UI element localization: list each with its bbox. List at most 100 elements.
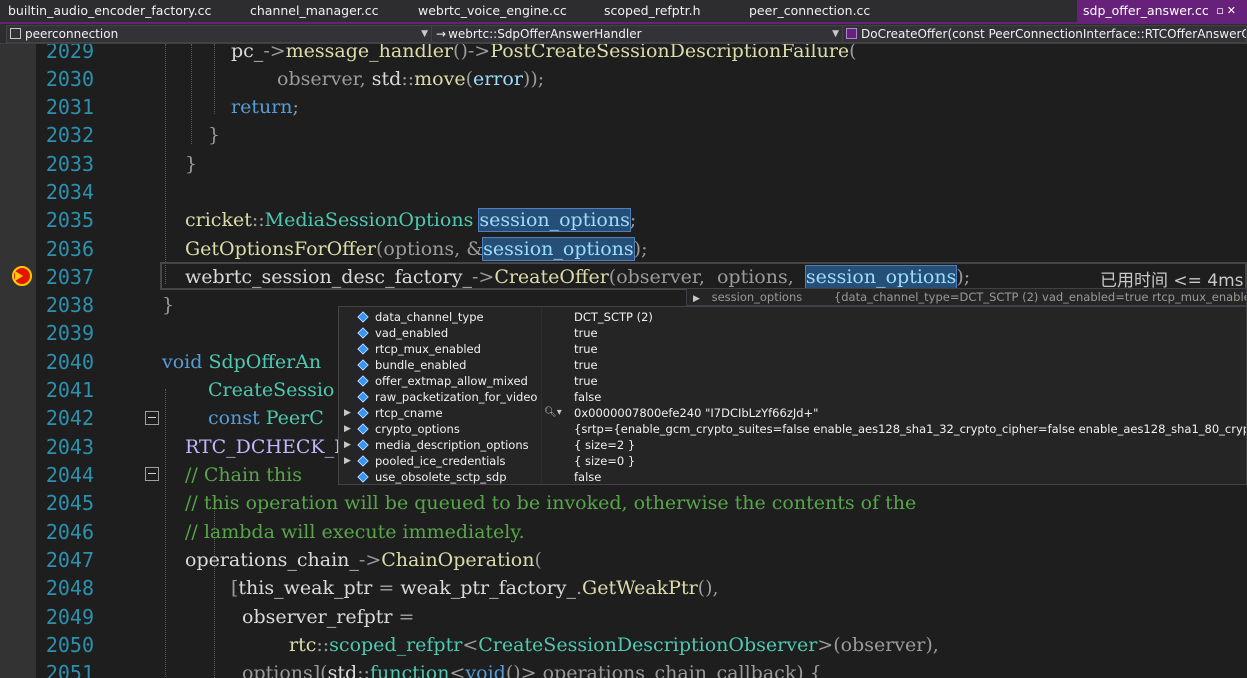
- line-number: 2029: [45, 44, 94, 63]
- datatip-row[interactable]: rtcp_mux_enabled true: [339, 341, 1246, 357]
- datatip-row[interactable]: ▶ pooled_ice_credentials { size=0 }: [339, 453, 1246, 469]
- tab-scoped-refptr[interactable]: scoped_refptr.h: [604, 0, 701, 22]
- datatip-field-name: rtcp_cname: [375, 406, 443, 420]
- datatip-field-value[interactable]: {srtp={enable_gcm_crypto_suites=false en…: [574, 421, 1246, 437]
- line-number: 2041: [45, 378, 94, 402]
- code-line: const PeerC: [208, 407, 324, 429]
- line-number: 2033: [45, 152, 94, 176]
- code-line: observer, std::move(error));: [277, 68, 545, 90]
- datatip-field-name: data_channel_type: [375, 310, 484, 324]
- datatip-field-name: vad_enabled: [375, 326, 449, 340]
- datatip-field-value[interactable]: false: [574, 389, 1246, 405]
- datatip-field-value[interactable]: false: [574, 469, 1246, 484]
- line-number: 2048: [45, 576, 94, 600]
- indicator-margin[interactable]: [0, 44, 36, 678]
- line-number: 2034: [45, 180, 94, 204]
- method-icon: [846, 28, 857, 39]
- datatip-field-value[interactable]: { size=2 }: [574, 437, 1246, 453]
- expand-arrow-icon[interactable]: ▶: [344, 421, 351, 437]
- field-icon: [357, 343, 369, 355]
- code-line: operations_chain_->ChainOperation(: [185, 549, 542, 571]
- datatip-field-value[interactable]: 0x0000007800efe240 "I7DCIbLzYf66zJd+": [574, 405, 1246, 421]
- field-icon: [357, 439, 369, 451]
- tab-channel-manager[interactable]: channel_manager.cc: [250, 0, 378, 22]
- expand-arrow-icon[interactable]: ▶: [344, 453, 351, 469]
- datatip-field-name: media_description_options: [375, 438, 529, 452]
- code-line: return;: [231, 96, 299, 118]
- datatip-panel[interactable]: data_channel_type DCT_SCTP (2) vad_enabl…: [338, 306, 1247, 485]
- chevron-down-icon: ▼: [421, 29, 428, 39]
- datatip-field-value[interactable]: true: [574, 373, 1246, 389]
- line-number: 2032: [45, 123, 94, 147]
- code-line: }: [185, 153, 198, 175]
- tab-webrtc-voice-engine[interactable]: webrtc_voice_engine.cc: [418, 0, 567, 22]
- datatip-row[interactable]: ▶ media_description_options { size=2 }: [339, 437, 1246, 453]
- field-icon: [357, 311, 369, 323]
- code-line: }: [208, 124, 221, 146]
- code-line: GetOptionsForOffer(options, &session_opt…: [185, 237, 648, 261]
- field-icon: [357, 423, 369, 435]
- tab-sdp-offer-answer-label: sdp_offer_answer.cc: [1083, 3, 1209, 18]
- datatip-field-value[interactable]: { size=0 }: [574, 453, 1246, 469]
- chevron-down-icon: ▼: [832, 29, 839, 39]
- code-line: // Chain this: [185, 464, 302, 486]
- datatip-row[interactable]: ▶ rtcp_cname 🔍︎▾ 0x0000007800efe240 "I7D…: [339, 405, 1246, 421]
- scope-arrow-icon: →: [436, 27, 447, 41]
- code-line: cricket::MediaSessionOptions session_opt…: [185, 208, 637, 232]
- line-number: 2051: [45, 661, 94, 678]
- pin-icon[interactable]: ▫: [1216, 4, 1226, 17]
- datatip-row[interactable]: data_channel_type DCT_SCTP (2): [339, 309, 1246, 325]
- datatip-field-value[interactable]: true: [574, 341, 1246, 357]
- datatip-field-value[interactable]: true: [574, 357, 1246, 373]
- tab-sdp-offer-answer[interactable]: sdp_offer_answer.cc ▫✕: [1077, 0, 1247, 22]
- datatip-variable-name: session_options: [711, 290, 803, 304]
- datatip-field-name: rtcp_mux_enabled: [375, 342, 481, 356]
- visualizer-magnifier-icon[interactable]: 🔍︎▾: [544, 405, 562, 421]
- datatip-header[interactable]: ▶ session_options {data_channel_type=DCT…: [686, 288, 1247, 306]
- datatip-field-name: bundle_enabled: [375, 358, 467, 372]
- code-editor[interactable]: 2029 2030 2031 2032 2033 2034 2035 2036 …: [0, 44, 1247, 678]
- line-number: 2030: [45, 67, 94, 91]
- field-icon: [357, 407, 369, 419]
- line-number: 2039: [45, 321, 94, 345]
- field-icon: [357, 327, 369, 339]
- datatip-row[interactable]: use_obsolete_sctp_sdp false: [339, 469, 1246, 484]
- scope-label: webrtc::SdpOfferAnswerHandler: [448, 27, 642, 41]
- outline-collapse-toggle[interactable]: [145, 411, 159, 425]
- field-icon: [357, 455, 369, 467]
- field-icon: [357, 359, 369, 371]
- code-line: // this operation will be queued to be i…: [185, 492, 917, 514]
- scope-dropdown[interactable]: → webrtc::SdpOfferAnswerHandler ▼: [431, 25, 843, 43]
- code-line: observer_refptr =: [242, 606, 415, 628]
- code-line: CreateSessio: [208, 379, 335, 401]
- tab-peer-connection[interactable]: peer_connection.cc: [749, 0, 870, 22]
- close-icon[interactable]: ✕: [1227, 4, 1239, 17]
- line-number: 2045: [45, 491, 94, 515]
- project-icon: [10, 28, 21, 39]
- line-number: 2043: [45, 435, 94, 459]
- line-number: 2049: [45, 605, 94, 629]
- datatip-row[interactable]: raw_packetization_for_video false: [339, 389, 1246, 405]
- outline-collapse-toggle[interactable]: [145, 467, 159, 481]
- datatip-field-value[interactable]: true: [574, 325, 1246, 341]
- datatip-row[interactable]: bundle_enabled true: [339, 357, 1246, 373]
- member-dropdown[interactable]: DoCreateOffer(const PeerConnectionInterf…: [842, 25, 1247, 43]
- line-number: 2040: [45, 350, 94, 374]
- datatip-field-value[interactable]: DCT_SCTP (2): [574, 309, 1246, 325]
- project-label: peerconnection: [25, 27, 119, 41]
- datatip-summary: {data_channel_type=DCT_SCTP (2) vad_enab…: [833, 290, 1246, 304]
- tab-builtin-audio-encoder-factory[interactable]: builtin_audio_encoder_factory.cc: [8, 0, 211, 22]
- datatip-row[interactable]: offer_extmap_allow_mixed true: [339, 373, 1246, 389]
- datatip-row[interactable]: ▶ crypto_options {srtp={enable_gcm_crypt…: [339, 421, 1246, 437]
- line-number: 2031: [45, 95, 94, 119]
- datatip-field-name: crypto_options: [375, 422, 460, 436]
- expand-arrow-icon[interactable]: ▶: [693, 294, 700, 304]
- project-dropdown[interactable]: peerconnection ▼: [6, 25, 432, 43]
- expand-arrow-icon[interactable]: ▶: [344, 405, 351, 421]
- indent-guide: [165, 389, 166, 678]
- code-line: [this_weak_ptr = weak_ptr_factory_.GetWe…: [231, 577, 719, 599]
- datatip-row[interactable]: vad_enabled true: [339, 325, 1246, 341]
- line-number: 2035: [45, 208, 94, 232]
- field-icon: [357, 375, 369, 387]
- expand-arrow-icon[interactable]: ▶: [344, 437, 351, 453]
